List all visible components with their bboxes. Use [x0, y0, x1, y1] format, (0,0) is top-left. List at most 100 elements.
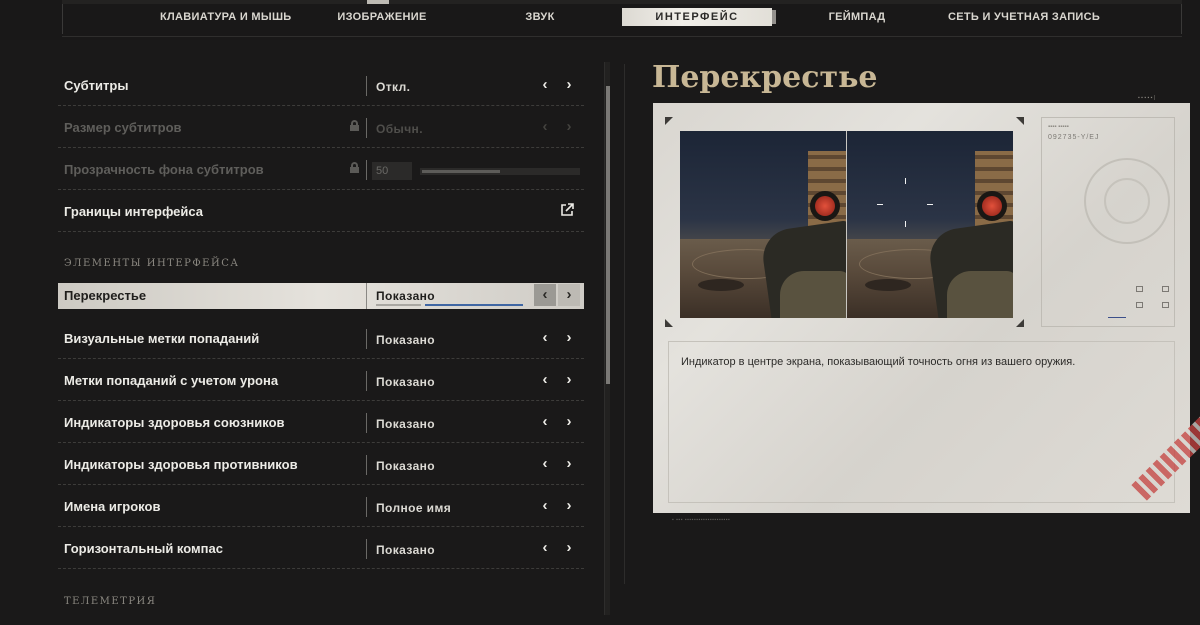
setting-value: Показано: [376, 375, 436, 389]
crosshair-tick: [905, 178, 906, 184]
setting-value: Показано: [376, 459, 436, 473]
setting-label: Размер субтитров: [64, 120, 182, 135]
card-footer-decor: ▪ ▪▪▪ ▪▪▪▪▪▪▪▪▪▪▪▪▪▪▪▪▪▪▪▪: [672, 517, 731, 523]
setting-label: Границы интерфейса: [64, 204, 204, 219]
panel-divider: [624, 64, 625, 584]
section-heading-telemetry: ТЕЛЕМЕТРИЯ: [64, 596, 157, 607]
opacity-slider: [420, 168, 580, 175]
chevron-left-icon[interactable]: ‹: [534, 495, 556, 517]
setting-row-subtitle-bg-opacity: Прозрачность фона субтитров 50: [58, 148, 584, 190]
tab-interface[interactable]: ИНТЕРФЕЙС: [622, 8, 776, 26]
tab-network-account[interactable]: СЕТЬ И УЧЕТНАЯ ЗАПИСЬ: [948, 8, 1100, 26]
setting-row-player-names[interactable]: Имена игроков Полное имя ‹ ›: [58, 485, 584, 527]
value-separator: [366, 497, 367, 517]
setting-label: Индикаторы здоровья противников: [64, 457, 298, 472]
corner-mark: [665, 319, 673, 327]
chevron-right-icon[interactable]: ›: [558, 537, 580, 559]
value-separator: [366, 539, 367, 559]
corner-mark: [1016, 319, 1024, 327]
chevron-right-icon[interactable]: ›: [558, 74, 580, 96]
setting-value: Полное имя: [376, 501, 452, 515]
seal-stamp: [1084, 158, 1170, 244]
external-link-icon[interactable]: [560, 203, 574, 217]
setting-row-hud-bounds[interactable]: Границы интерфейса: [58, 190, 584, 232]
crosshair-tick: [905, 221, 906, 227]
crosshair-tick: [927, 204, 933, 205]
detail-card: ▪▪▪▪ ▪▪▪▪▪ 092735-Y/ЕЈ Индикатор в центр…: [653, 103, 1200, 513]
setting-row-subtitle-size: Размер субтитров Обычн. ‹ ›: [58, 106, 584, 148]
setting-value: Показано: [376, 289, 436, 303]
nav-top-line: [62, 0, 1182, 4]
chevron-right-icon[interactable]: ›: [558, 411, 580, 433]
value-separator: [366, 371, 367, 391]
setting-value: Показано: [376, 543, 436, 557]
nav-bottom-line: [62, 36, 1182, 37]
setting-value: Показано: [376, 333, 436, 347]
value-separator: [366, 329, 367, 349]
chevron-left-icon[interactable]: ‹: [534, 411, 556, 433]
value-separator: [366, 160, 367, 180]
setting-row-subtitles[interactable]: Субтитры Откл. ‹ ›: [58, 64, 584, 106]
setting-label: Имена игроков: [64, 499, 161, 514]
value-separator: [366, 76, 367, 96]
lock-icon: [350, 120, 359, 131]
crosshair-preview-image: [680, 131, 1013, 318]
setting-label: Визуальные метки попаданий: [64, 331, 260, 346]
checkbox-decor: [1136, 286, 1143, 292]
tab-graphics[interactable]: ИЗОБРАЖЕНИЕ: [334, 8, 430, 26]
setting-row-hit-markers[interactable]: Визуальные метки попаданий Показано ‹ ›: [58, 317, 584, 359]
card-number: 092735-Y/ЕЈ: [1048, 134, 1100, 141]
value-separator: [366, 283, 367, 309]
scrollbar-thumb[interactable]: [606, 86, 610, 384]
setting-label: Горизонтальный компас: [64, 541, 223, 556]
value-separator: [366, 413, 367, 433]
signature: [1108, 308, 1126, 318]
tab-gamepad[interactable]: ГЕЙМПАД: [822, 8, 892, 26]
description-text: Индикатор в центре экрана, показывающий …: [681, 356, 1076, 368]
checkbox-decor: [1162, 286, 1169, 292]
card-caption: ▪▪▪▪ ▪▪▪▪▪: [1048, 124, 1069, 130]
setting-label: Субтитры: [64, 78, 129, 93]
chevron-left-icon[interactable]: ‹: [534, 537, 556, 559]
top-nav: КЛАВИАТУРА И МЫШЬ ИЗОБРАЖЕНИЕ ЗВУК ИНТЕР…: [0, 0, 1200, 40]
chevron-left-icon[interactable]: ‹: [534, 453, 556, 475]
chevron-left-icon: ‹: [542, 118, 548, 135]
stamp-card: ▪▪▪▪ ▪▪▪▪▪ 092735-Y/ЕЈ: [1041, 117, 1175, 327]
setting-label: Индикаторы здоровья союзников: [64, 415, 285, 430]
setting-value: Показано: [376, 417, 436, 431]
nav-frame-left: [62, 4, 64, 34]
setting-label: Прозрачность фона субтитров: [64, 162, 264, 177]
chevron-right-icon[interactable]: ›: [558, 369, 580, 391]
checkbox-decor: [1162, 302, 1169, 308]
value-separator: [366, 118, 367, 138]
chevron-right-icon[interactable]: ›: [558, 495, 580, 517]
chevron-left-icon[interactable]: ‹: [534, 284, 556, 306]
setting-label: Перекрестье: [64, 288, 147, 303]
side-decor-text: ▪ ▪ ▪ ▪ ▪ |: [1138, 95, 1156, 101]
setting-row-ally-health[interactable]: Индикаторы здоровья союзников Показано ‹…: [58, 401, 584, 443]
chevron-right-icon[interactable]: ›: [558, 327, 580, 349]
chevron-left-icon[interactable]: ‹: [534, 369, 556, 391]
section-heading-hud: ЭЛЕМЕНТЫ ИНТЕРФЕЙСА: [64, 258, 240, 269]
opacity-value-box: 50: [372, 162, 412, 180]
setting-label: Метки попаданий с учетом урона: [64, 373, 279, 388]
setting-row-enemy-health[interactable]: Индикаторы здоровья противников Показано…: [58, 443, 584, 485]
setting-value: Откл.: [376, 80, 411, 94]
chevron-left-icon[interactable]: ‹: [534, 74, 556, 96]
chevron-left-icon[interactable]: ‹: [534, 327, 556, 349]
selection-indicator: [425, 304, 523, 306]
tab-keyboard-mouse[interactable]: КЛАВИАТУРА И МЫШЬ: [160, 8, 291, 26]
setting-row-horizontal-compass[interactable]: Горизонтальный компас Показано ‹ ›: [58, 527, 584, 569]
lock-icon: [350, 162, 359, 173]
checkbox-decor: [1136, 302, 1143, 308]
setting-row-crosshair[interactable]: Перекрестье Показано ‹ ›: [58, 283, 584, 309]
tab-audio[interactable]: ЗВУК: [515, 8, 565, 26]
corner-mark: [1016, 117, 1024, 125]
chevron-right-icon[interactable]: ›: [558, 284, 580, 306]
crosshair-tick: [877, 204, 883, 205]
nav-frame-right: [1181, 4, 1183, 34]
chevron-right-icon: ›: [566, 118, 572, 135]
setting-row-damage-markers[interactable]: Метки попаданий с учетом урона Показано …: [58, 359, 584, 401]
chevron-right-icon[interactable]: ›: [558, 453, 580, 475]
description-box: Индикатор в центре экрана, показывающий …: [668, 341, 1175, 503]
